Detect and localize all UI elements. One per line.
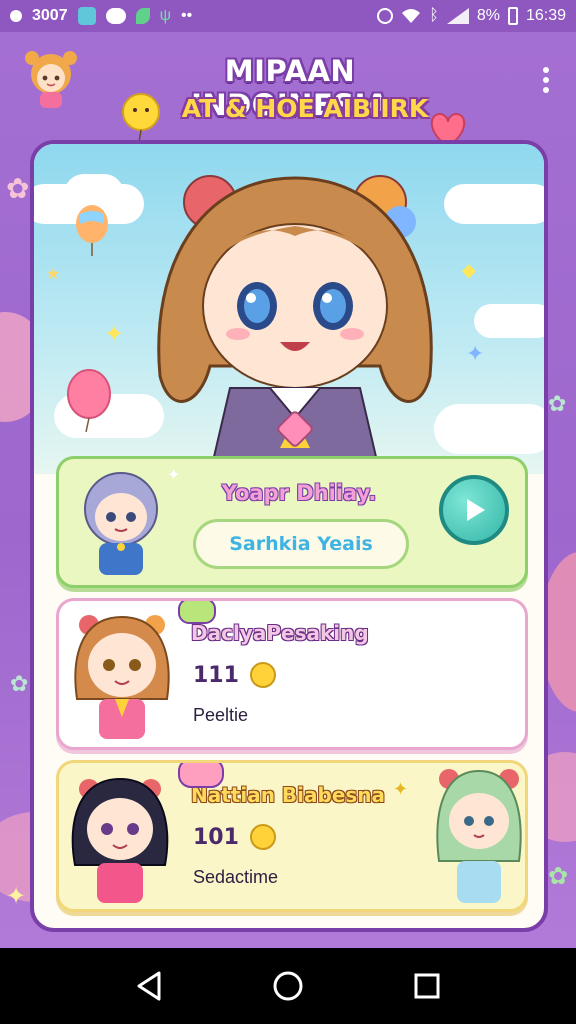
balloon-yellow-icon: [122, 93, 160, 143]
status-left: 3007 ψ ••: [10, 7, 192, 25]
overflow-menu-button[interactable]: [532, 60, 560, 100]
character-avatar: [74, 615, 170, 739]
item-subtitle: Sedactime: [193, 867, 279, 887]
item-subtitle: Peeltie: [193, 705, 249, 725]
header-mascot-avatar[interactable]: [18, 46, 84, 112]
status-left-text: 3007: [32, 7, 68, 24]
nav-back-button[interactable]: [129, 966, 169, 1006]
wifi-icon: [402, 9, 421, 23]
sparkle-icon: ★: [46, 264, 61, 283]
sparkle-icon: ✦: [104, 320, 125, 348]
featured-action-button[interactable]: Sarhkia Yeais: [193, 519, 409, 569]
bg-flower-icon: ✿: [10, 672, 29, 697]
item-count-value: 101: [193, 824, 239, 850]
status-right: ᛒ 8% 16:39: [377, 7, 566, 25]
more-vert-icon: [543, 77, 549, 83]
main-character-illustration: [157, 175, 433, 474]
nav-home-icon: [273, 971, 303, 1001]
play-button[interactable]: [439, 475, 509, 545]
usb-icon: ψ: [159, 7, 171, 24]
signal-icon: [446, 8, 469, 24]
more-vert-icon: [543, 67, 549, 73]
coin-icon: [249, 662, 276, 688]
play-icon: [467, 499, 485, 521]
character-avatar-secondary: [436, 769, 522, 903]
badge-icon: [178, 763, 224, 788]
nav-recents-button[interactable]: [407, 966, 447, 1006]
nav-back-icon: [137, 971, 161, 1001]
item-count-value: 111: [193, 662, 239, 688]
item-count: 101: [193, 823, 277, 851]
more-vert-icon: [543, 87, 549, 93]
item-count: 111: [193, 661, 277, 689]
notification-dot-icon: [10, 10, 22, 22]
more-notifications-icon: ••: [181, 7, 193, 24]
clock: 16:39: [525, 7, 566, 24]
balloon-pink-icon: [67, 369, 111, 432]
app-notification-icon: [77, 7, 96, 25]
leaf-notification-icon: [135, 8, 150, 24]
nav-home-button[interactable]: [268, 966, 308, 1006]
app-subtitle: AT & HOE AIBIIRK: [181, 94, 429, 123]
list-item[interactable]: Nattian Biabesna 101 Sedactime ✦: [56, 760, 528, 912]
bg-flower-icon: ✿: [548, 392, 567, 417]
system-nav-bar: [0, 948, 576, 1024]
battery-percent: 8%: [476, 7, 500, 24]
main-card: ✦ ✦ ◆ ★ Yoapr Dhiiay. Sarhkia Yeais ✦ Da…: [30, 140, 548, 932]
hero-banner: ✦ ✦ ◆ ★: [34, 144, 544, 474]
featured-title: Yoapr Dhiiay.: [221, 481, 377, 505]
balloon-rainbow-icon: [76, 205, 108, 256]
bg-star-icon: ✦: [6, 882, 27, 910]
bluetooth-icon: ᛒ: [429, 7, 439, 24]
battery-icon: [507, 7, 518, 25]
sparkle-icon: ✦: [167, 465, 181, 484]
cloud: [474, 304, 544, 338]
featured-character-avatar: [84, 472, 158, 575]
alarm-icon: [377, 8, 394, 24]
sparkle-icon: ✦: [393, 779, 409, 800]
badge-icon: [178, 601, 216, 624]
featured-card[interactable]: Yoapr Dhiiay. Sarhkia Yeais ✦: [56, 456, 528, 588]
item-name: DaclyaPesaking: [191, 621, 369, 645]
bg-flower-icon: ✿: [6, 172, 30, 205]
game-notification-icon: [105, 8, 126, 24]
coin-icon: [249, 824, 276, 850]
app-header: MIPAAN INDOINESIA AT & HOE AIBIIRK: [0, 40, 576, 161]
bg-flower-icon: ✿: [548, 862, 569, 890]
sparkle-icon: ✦: [466, 342, 485, 367]
status-bar: 3007 ψ •• ᛒ 8% 16:39: [0, 0, 576, 32]
list-item[interactable]: DaclyaPesaking 111 Peeltie: [56, 598, 528, 750]
nav-recents-icon: [414, 973, 440, 999]
sparkle-icon: ◆: [462, 260, 476, 281]
character-avatar: [71, 777, 169, 903]
